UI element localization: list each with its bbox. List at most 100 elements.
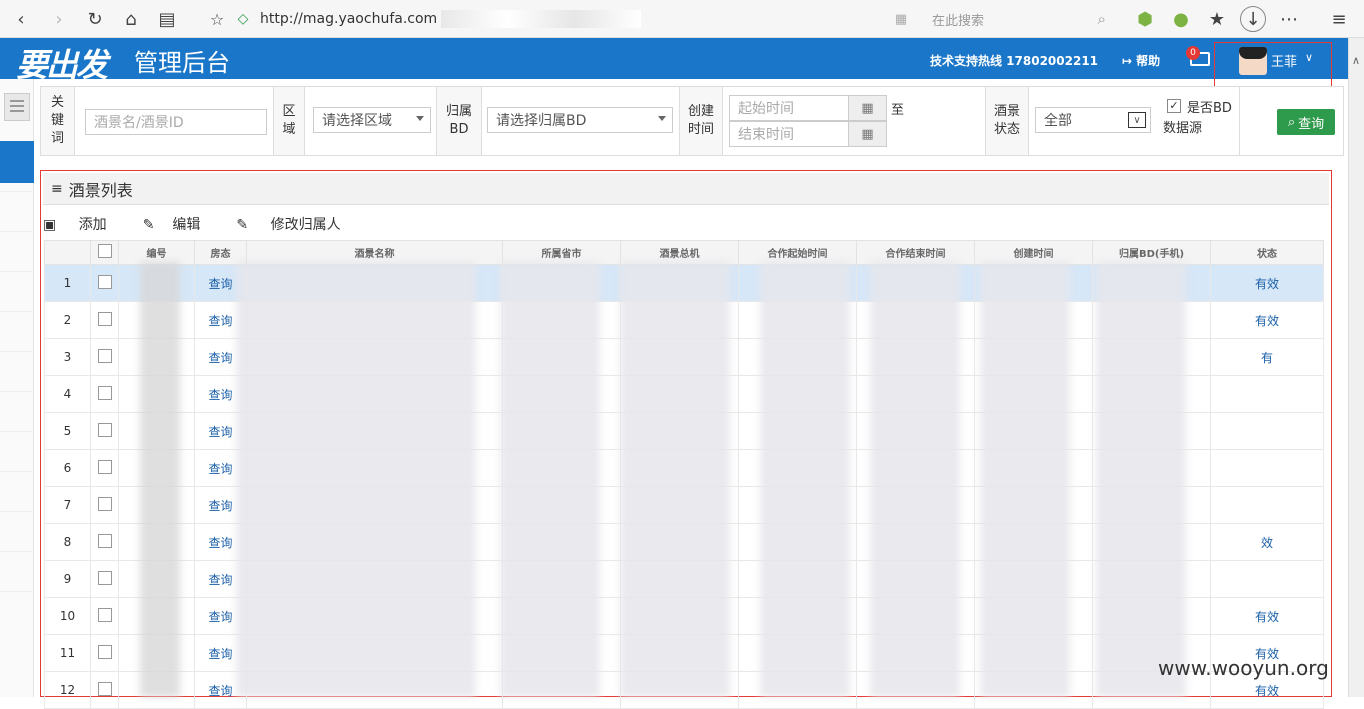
row-checkbox[interactable]	[97, 311, 112, 326]
row-checkbox[interactable]	[97, 385, 112, 400]
reader-icon[interactable]: ▤	[154, 6, 180, 32]
bookmark-icon[interactable]: ★	[1204, 6, 1230, 32]
divider	[0, 351, 34, 352]
col-index	[44, 240, 91, 265]
col-select[interactable]	[90, 240, 119, 265]
browser-search[interactable]: 在此搜索 ⌕	[920, 5, 1116, 33]
sidebar-item-active[interactable]	[0, 141, 34, 183]
add-button[interactable]: ▣ 添加	[43, 214, 125, 234]
row-select-cell[interactable]	[90, 301, 119, 339]
row-checkbox[interactable]	[97, 422, 112, 437]
url-redacted	[441, 10, 642, 28]
row-status: 有效	[1210, 264, 1324, 302]
panel-title: ≡ 酒景列表	[43, 173, 1329, 205]
row-index: 1	[44, 264, 91, 302]
qr-icon[interactable]: ▦	[888, 6, 914, 32]
row-select-cell[interactable]	[90, 597, 119, 635]
row-select-cell[interactable]	[90, 634, 119, 672]
search-button[interactable]: ⌕ 查询	[1277, 109, 1335, 135]
keyword-input[interactable]: 酒景名/酒景ID	[85, 109, 267, 135]
col-id: 编号	[118, 240, 195, 265]
row-select-cell[interactable]	[90, 338, 119, 376]
row-checkbox[interactable]	[97, 533, 112, 548]
row-select-cell[interactable]	[90, 412, 119, 450]
row-checkbox[interactable]	[97, 570, 112, 585]
page-scrollbar[interactable]: ∧	[1348, 38, 1364, 697]
row-index: 12	[44, 671, 91, 709]
row-status	[1210, 412, 1324, 450]
divider	[0, 471, 34, 472]
bd-select[interactable]: 请选择归属BD	[487, 107, 673, 133]
col-bd: 归属BD(手机)	[1092, 240, 1211, 265]
col-coop-start: 合作起始时间	[738, 240, 857, 265]
end-date-input[interactable]: 结束时间 ▦	[729, 121, 887, 147]
chat-icon[interactable]: ●	[1168, 6, 1194, 32]
row-checkbox[interactable]	[97, 348, 112, 363]
row-checkbox[interactable]	[97, 681, 112, 696]
redaction	[760, 262, 850, 697]
row-select-cell[interactable]	[90, 375, 119, 413]
list-icon: ≡	[51, 180, 63, 197]
col-created: 创建时间	[974, 240, 1093, 265]
divider	[0, 391, 34, 392]
help-icon: ↦	[1122, 54, 1133, 68]
date-separator: 至	[891, 103, 905, 118]
table-header-row: 编号 房态 酒景名称 所属省市 酒景总机 合作起始时间 合作结束时间 创建时间 …	[44, 240, 1324, 265]
reload-icon[interactable]: ↻	[82, 6, 108, 32]
edit-button[interactable]: ✎ 编辑	[143, 214, 219, 234]
region-select[interactable]: 请选择区域	[313, 107, 431, 133]
url-text: http://mag.yaochufa.com	[260, 11, 438, 27]
avatar	[1239, 47, 1267, 75]
home-icon[interactable]: ⌂	[118, 6, 144, 32]
forward-icon[interactable]: ›	[46, 6, 72, 32]
divider	[0, 511, 34, 512]
row-select-cell[interactable]	[90, 523, 119, 561]
row-select-cell[interactable]	[90, 486, 119, 524]
watermark: www.wooyun.org	[1158, 656, 1329, 680]
toolbar: ▣ 添加 ✎ 编辑 ✎ 修改归属人	[43, 209, 377, 239]
redaction	[500, 262, 600, 697]
redaction	[870, 262, 960, 697]
panel-title-text: 酒景列表	[68, 180, 133, 200]
divider	[0, 191, 34, 192]
sidebar-toggle[interactable]	[4, 93, 30, 121]
scroll-up-icon[interactable]: ∧	[1352, 54, 1360, 67]
chevron-down-icon: ∨	[1305, 51, 1314, 64]
row-checkbox[interactable]	[97, 607, 112, 622]
row-checkbox[interactable]	[97, 496, 112, 511]
row-checkbox[interactable]	[97, 459, 112, 474]
select-all-checkbox[interactable]	[97, 244, 112, 258]
divider	[0, 311, 34, 312]
redaction	[140, 262, 180, 697]
row-index: 11	[44, 634, 91, 672]
menu-icon[interactable]: ≡	[1326, 6, 1352, 32]
search-icon[interactable]: ⌕	[1098, 10, 1106, 28]
download-icon[interactable]: ↓	[1240, 6, 1266, 32]
redaction	[980, 262, 1070, 697]
row-select-cell[interactable]	[90, 449, 119, 487]
row-select-cell[interactable]	[90, 264, 119, 302]
row-checkbox[interactable]	[97, 274, 112, 289]
app-header: 要出发 管理后台 技术支持热线 17802002211 ↦ 帮助 0 王菲 ∨	[0, 38, 1348, 88]
row-index: 9	[44, 560, 91, 598]
android-icon[interactable]: ⬢	[1132, 6, 1158, 32]
redaction	[620, 262, 730, 697]
start-date-input[interactable]: 起始时间 ▦	[729, 95, 887, 121]
help-link[interactable]: ↦ 帮助	[1122, 52, 1160, 69]
region-label: 区域	[273, 87, 305, 155]
change-owner-button[interactable]: ✎ 修改归属人	[236, 214, 358, 234]
chevron-down-icon	[658, 116, 666, 121]
row-select-cell[interactable]	[90, 671, 119, 709]
search-placeholder: 在此搜索	[932, 13, 985, 29]
row-select-cell[interactable]	[90, 560, 119, 598]
row-status: 有效	[1210, 597, 1324, 635]
row-index: 5	[44, 412, 91, 450]
more-icon[interactable]: ⋯	[1276, 6, 1302, 32]
back-icon[interactable]: ‹	[8, 6, 34, 32]
row-checkbox[interactable]	[97, 644, 112, 659]
address-bar[interactable]: http://mag.yaochufa.com	[202, 5, 914, 33]
status-select[interactable]: 全部 ∨	[1035, 107, 1151, 133]
divider	[0, 551, 34, 552]
user-menu[interactable]: 王菲 ∨	[1214, 42, 1332, 88]
row-index: 3	[44, 338, 91, 376]
